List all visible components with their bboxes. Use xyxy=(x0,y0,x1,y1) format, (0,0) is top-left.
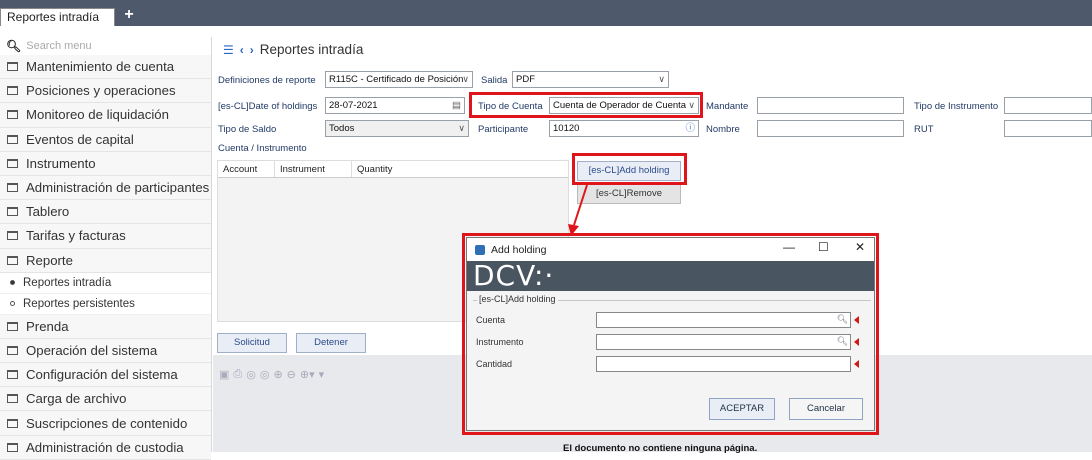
highlight-tipo-cuenta xyxy=(469,92,703,118)
sidebar-item-tarifas[interactable]: Tarifas y facturas xyxy=(0,224,211,249)
chevron-down-icon: ∨ xyxy=(462,74,469,84)
search-placeholder: Search menu xyxy=(26,40,92,52)
highlight-dialog xyxy=(462,233,879,435)
sidebar-item-eventos[interactable]: Eventos de capital xyxy=(0,127,211,152)
print-icon[interactable]: ⎙ xyxy=(233,368,242,381)
sidebar-item-carga[interactable]: Carga de archivo xyxy=(0,387,211,412)
folder-icon xyxy=(7,345,18,355)
sidebar-item-custodia[interactable]: Administración de custodia xyxy=(0,435,211,460)
folder-icon xyxy=(7,370,18,380)
viewer-toolbar: ▣ ⎙ ◎ ◎ ⊕ ⊖ ⊕▾ ▾ xyxy=(219,366,324,382)
nombre-label: Nombre xyxy=(706,124,740,135)
zoom-in-icon[interactable]: ⊕ xyxy=(273,368,282,381)
rut-field[interactable] xyxy=(1004,120,1092,137)
breadcrumb: ☰ ‹ › Reportes intradía xyxy=(223,42,363,57)
folder-icon xyxy=(7,442,18,452)
folder-icon xyxy=(7,183,18,193)
folder-icon xyxy=(7,86,18,96)
document-message: El documento no contiene ninguna página. xyxy=(563,443,758,454)
sidebar: 🔍︎ Search menu Mantenimiento de cuenta P… xyxy=(0,37,212,460)
highlight-add-holding xyxy=(572,153,687,185)
sidebar-item-configuracion[interactable]: Configuración del sistema xyxy=(0,363,211,388)
rut-label: RUT xyxy=(914,124,934,135)
nombre-field[interactable] xyxy=(757,120,904,137)
sidebar-search[interactable]: 🔍︎ Search menu xyxy=(0,37,211,55)
mandante-field[interactable] xyxy=(757,97,904,114)
date-holdings-label: [es-CL]Date of holdings xyxy=(218,101,318,112)
mandante-label: Mandante xyxy=(706,101,749,112)
sidebar-item-tablero[interactable]: Tablero xyxy=(0,200,211,225)
def-reporte-select[interactable]: R115C - Certificado de Posición ∨ xyxy=(325,71,473,88)
solicitud-button[interactable]: Solicitud xyxy=(217,333,287,353)
chevron-down-icon: ∨ xyxy=(458,123,465,133)
prev-page-icon[interactable]: ◎ xyxy=(260,368,270,381)
detener-button[interactable]: Detener xyxy=(296,333,366,353)
tipo-instrumento-field[interactable] xyxy=(1004,97,1092,114)
sidebar-subitem-reportes-intradia[interactable]: Reportes intradía xyxy=(0,272,211,294)
sidebar-item-administracion[interactable]: Administración de participantes xyxy=(0,175,211,201)
calendar-icon[interactable]: ▤ xyxy=(452,98,461,113)
forward-icon[interactable]: › xyxy=(250,43,254,57)
tipo-saldo-label: Tipo de Saldo xyxy=(218,124,277,135)
back-icon[interactable]: ‹ xyxy=(240,43,244,57)
search-icon: 🔍︎ xyxy=(6,39,22,53)
bullet-icon xyxy=(10,301,15,307)
date-holdings-field[interactable]: 28-07-2021 ▤ xyxy=(325,97,465,114)
sidebar-item-operacion[interactable]: Operación del sistema xyxy=(0,338,211,364)
save-icon[interactable]: ▣ xyxy=(219,368,229,381)
page-title: Reportes intradía xyxy=(259,42,364,57)
first-page-icon[interactable]: ◎ xyxy=(246,368,256,381)
folder-icon xyxy=(7,158,18,168)
sidebar-item-posiciones[interactable]: Posiciones y operaciones xyxy=(0,79,211,104)
remove-button[interactable]: [es-CL]Remove xyxy=(577,184,681,204)
salida-label: Salida xyxy=(481,75,508,86)
bullet-icon xyxy=(10,280,15,286)
folder-open-icon xyxy=(7,255,18,265)
sidebar-item-monitoreo[interactable]: Monitoreo de liquidación xyxy=(0,103,211,128)
participante-label: Participante xyxy=(478,124,529,135)
folder-icon xyxy=(7,231,18,241)
cuenta-instrumento-label: Cuenta / Instrumento xyxy=(218,143,307,154)
sitemap-icon[interactable]: ☰ xyxy=(223,43,234,57)
sidebar-item-reporte[interactable]: Reporte xyxy=(0,248,211,273)
tab-reportes-intradia[interactable]: Reportes intradía xyxy=(0,8,115,26)
folder-icon xyxy=(7,418,18,428)
folder-icon xyxy=(7,207,18,217)
participante-field[interactable]: 10120 ⓘ xyxy=(549,120,699,137)
folder-icon xyxy=(7,110,18,120)
folder-icon xyxy=(7,394,18,404)
zoom-out-icon[interactable]: ⊖ xyxy=(287,368,296,381)
add-tab-button[interactable]: + xyxy=(120,6,138,24)
sidebar-item-suscripciones[interactable]: Suscripciones de contenido xyxy=(0,411,211,436)
col-instrument[interactable]: Instrument xyxy=(275,161,352,177)
tipo-instrumento-label: Tipo de Instrumento xyxy=(914,101,999,112)
tipo-saldo-select[interactable]: Todos ∨ xyxy=(325,120,469,137)
folder-icon xyxy=(7,62,18,72)
search-info-icon[interactable]: ⓘ xyxy=(685,121,695,136)
folder-icon xyxy=(7,134,18,144)
sidebar-item-mantenimiento[interactable]: Mantenimiento de cuenta xyxy=(0,55,211,80)
sidebar-item-prenda[interactable]: Prenda xyxy=(0,314,211,339)
col-quantity[interactable]: Quantity xyxy=(352,161,568,177)
col-account[interactable]: Account xyxy=(218,161,275,177)
folder-icon xyxy=(7,321,18,331)
options-dropdown-icon[interactable]: ▾ xyxy=(319,368,325,381)
grid-header: Account Instrument Quantity xyxy=(218,161,568,178)
sidebar-item-instrumento[interactable]: Instrumento xyxy=(0,151,211,176)
top-bar: Reportes intradía + xyxy=(0,0,1092,26)
def-reporte-label: Definiciones de reporte xyxy=(218,75,316,86)
chevron-down-icon: ∨ xyxy=(658,74,665,84)
sidebar-subitem-reportes-persistentes[interactable]: Reportes persistentes xyxy=(0,293,211,315)
salida-select[interactable]: PDF ∨ xyxy=(512,71,669,88)
zoom-menu-icon[interactable]: ⊕▾ xyxy=(300,368,315,381)
